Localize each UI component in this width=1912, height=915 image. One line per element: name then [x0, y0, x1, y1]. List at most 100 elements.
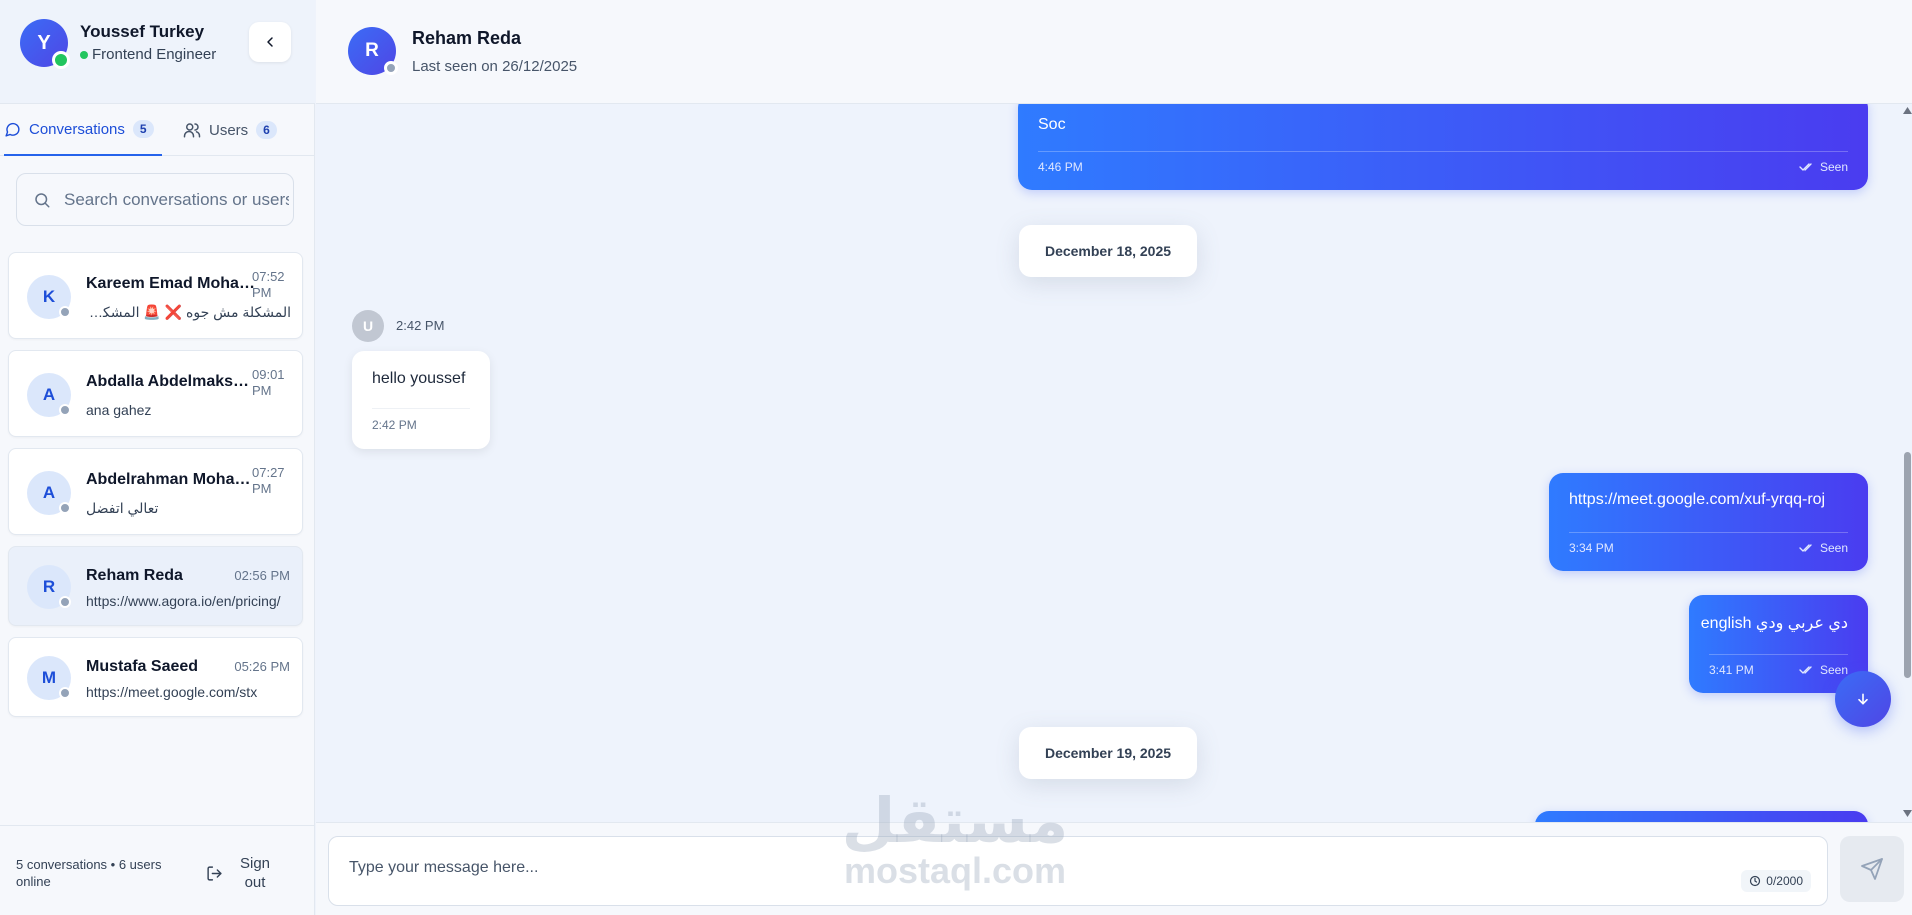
- message-time: 2:42 PM: [372, 408, 470, 432]
- avatar: R: [27, 565, 71, 609]
- conversation-time: 07:27 PM: [252, 465, 285, 496]
- online-dot-icon: [80, 50, 88, 59]
- conversation-name: Reham Reda: [86, 567, 183, 584]
- chat-header: R Reham Reda Last seen on 26/12/2025: [316, 0, 1912, 104]
- footer-stats: 5 conversations • 6 users online: [16, 857, 162, 889]
- message-input[interactable]: [349, 853, 1649, 883]
- message-status: Seen: [1799, 663, 1848, 677]
- offline-status-dot: [384, 61, 398, 75]
- sign-out-label: Sign out: [239, 855, 271, 891]
- message-status-label: Seen: [1819, 663, 1848, 677]
- message-time: 3:34 PM: [1569, 541, 1614, 555]
- double-check-icon: [1799, 163, 1812, 171]
- message-circle-icon: [5, 122, 20, 137]
- conversation-item[interactable]: A Abdelrahman Mohamed 07:27 PM تعالي اتف…: [8, 448, 303, 535]
- conversation-item[interactable]: K Kareem Emad Mohamed 07:52 PM المشكلة م…: [8, 252, 303, 339]
- outgoing-message: https://meet.google.com/xuf-yrqq-roj 3:3…: [1549, 473, 1868, 571]
- message-text: Soc: [1038, 116, 1066, 133]
- avatar: K: [27, 275, 71, 319]
- conversation-preview: https://meet.google.com/stx: [86, 684, 258, 700]
- date-separator: December 18, 2025: [1019, 225, 1197, 277]
- conversation-name: Kareem Emad Mohamed: [86, 275, 256, 292]
- offline-status-dot: [59, 404, 71, 416]
- incoming-message: hello youssef 2:42 PM: [352, 351, 490, 449]
- message-status: Seen: [1799, 541, 1848, 555]
- conversation-time: 07:52 PM: [252, 269, 285, 300]
- tab-conversations[interactable]: Conversations 5: [4, 104, 162, 156]
- search-icon: [35, 193, 50, 208]
- conversation-time: 02:56 PM: [234, 568, 290, 583]
- tab-conversations-label: Conversations: [29, 120, 125, 138]
- conversation-name: Abdalla Abdelmaksoud: [86, 373, 256, 390]
- offline-status-dot: [59, 687, 71, 699]
- scrollbar-thumb[interactable]: [1904, 452, 1911, 678]
- conversation-item-active[interactable]: R Reham Reda 02:56 PM https://www.agora.…: [8, 546, 303, 626]
- offline-status-dot: [59, 596, 71, 608]
- avatar: R: [348, 27, 398, 75]
- avatar-initial: Y: [37, 31, 51, 54]
- message-composer: 0/2000: [316, 822, 1912, 915]
- message-time: 3:41 PM: [1709, 663, 1754, 677]
- tab-users[interactable]: Users 6: [183, 104, 277, 156]
- sidebar-footer: 5 conversations • 6 users online Sign ou…: [0, 825, 315, 915]
- date-separator: December 19, 2025: [1019, 727, 1197, 779]
- conversation-item[interactable]: M Mustafa Saeed 05:26 PM https://meet.go…: [8, 637, 303, 717]
- sidebar-tabs: Conversations 5 Users 6: [0, 104, 315, 156]
- conversation-preview: المشكلة مش جوه ❌ 🚨 المشكلة بقى؟: [86, 304, 291, 320]
- conversation-name: Abdelrahman Mohamed: [86, 471, 256, 488]
- online-status-dot: [52, 51, 70, 69]
- message-text: https://meet.google.com/xuf-yrqq-roj: [1569, 491, 1826, 508]
- message-input-box: 0/2000: [328, 836, 1828, 906]
- conversation-preview: https://www.agora.io/en/pricing/: [86, 593, 281, 609]
- avatar-initial: M: [41, 668, 57, 687]
- conversation-preview: تعالي اتفضل: [86, 500, 159, 516]
- tab-users-label: Users: [209, 121, 249, 139]
- conversation-item[interactable]: A Abdalla Abdelmaksoud 09:01 PM ana gahe…: [8, 350, 303, 437]
- message-meta: 4:46 PM Seen: [1038, 151, 1848, 174]
- profile-role: Frontend Engineer: [80, 46, 216, 63]
- last-seen-status: Last seen on 26/12/2025: [412, 58, 578, 75]
- send-icon: [1861, 858, 1883, 880]
- message-meta: 3:41 PM Seen: [1709, 654, 1848, 677]
- message-time: 4:46 PM: [1038, 160, 1083, 174]
- conversation-name: Mustafa Saeed: [86, 658, 199, 675]
- conversations-count-badge: 5: [132, 120, 154, 138]
- chevron-left-icon: [267, 37, 273, 47]
- arrow-down-icon: [1858, 693, 1868, 705]
- chat-contact-name: Reham Reda: [412, 28, 522, 48]
- scroll-down-arrow-icon: [1903, 810, 1912, 817]
- outgoing-message: دي عربي ودي english 3:41 PM Seen: [1689, 595, 1868, 693]
- avatar-initial: K: [42, 287, 56, 306]
- conversation-time: 09:01 PM: [252, 367, 285, 398]
- profile-role-label: Frontend Engineer: [92, 46, 217, 63]
- avatar: M: [27, 656, 71, 700]
- avatar: A: [27, 471, 71, 515]
- message-text: hello youssef: [372, 370, 466, 387]
- search-input[interactable]: [64, 174, 289, 225]
- log-out-icon: [207, 865, 222, 881]
- message-meta: 3:34 PM Seen: [1569, 532, 1848, 555]
- sign-out-button[interactable]: Sign out: [206, 854, 275, 892]
- users-icon: [183, 123, 201, 138]
- offline-status-dot: [59, 502, 71, 514]
- message-status-label: Seen: [1819, 541, 1848, 555]
- sender-avatar: U: [352, 310, 384, 342]
- sidebar: Y Youssef Turkey Frontend Engineer Conve…: [0, 0, 315, 915]
- users-count-badge: 6: [256, 121, 277, 139]
- message-scrollbar[interactable]: [1903, 104, 1912, 822]
- collapse-sidebar-button[interactable]: [249, 22, 291, 62]
- avatar-initial: A: [42, 385, 56, 404]
- conversation-list: K Kareem Emad Mohamed 07:52 PM المشكلة م…: [8, 252, 303, 728]
- avatar-initial: A: [42, 483, 56, 502]
- sender-time: 2:42 PM: [396, 318, 445, 333]
- conversation-preview: ana gahez: [86, 402, 152, 418]
- search-box: [16, 173, 294, 226]
- conversation-time: 05:26 PM: [234, 659, 290, 674]
- message-thread[interactable]: Soc 4:46 PM Seen December 18, 2025 U 2:4…: [316, 104, 1912, 822]
- scroll-to-bottom-button[interactable]: [1835, 671, 1891, 727]
- outgoing-message-partial: [1535, 811, 1868, 822]
- message-status-label: Seen: [1819, 160, 1848, 174]
- character-count: 0/2000: [1766, 874, 1803, 888]
- offline-status-dot: [59, 306, 71, 318]
- send-button[interactable]: [1840, 836, 1904, 902]
